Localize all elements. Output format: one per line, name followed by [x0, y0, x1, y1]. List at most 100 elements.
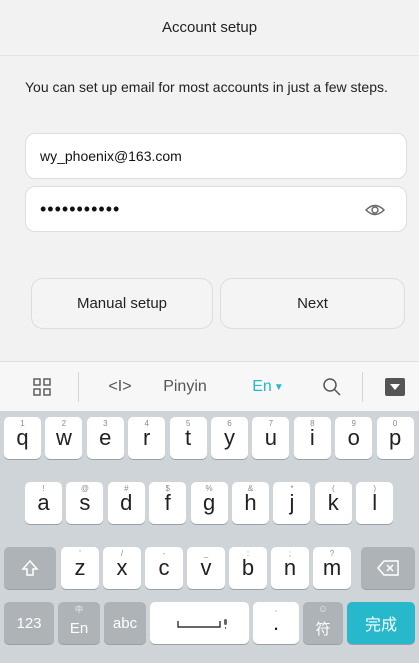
numbers-key[interactable]: 123	[4, 602, 54, 644]
key-j[interactable]: * j	[273, 482, 311, 524]
key-p[interactable]: 0p	[376, 417, 414, 459]
key-hint: @	[80, 484, 89, 493]
key-l[interactable]: ) l	[356, 482, 394, 524]
key-hint: 3	[103, 419, 108, 428]
key-label: w	[55, 425, 72, 450]
key-m[interactable]: ? m	[313, 547, 351, 589]
key-label: t	[185, 425, 192, 450]
shift-key[interactable]	[4, 547, 56, 589]
dropdown-icon: ▼	[273, 381, 284, 393]
password-field[interactable]: •••••••••••	[25, 186, 407, 232]
space-icon	[176, 619, 227, 629]
en-mode[interactable]: En ▼	[238, 362, 298, 412]
cursor-icon[interactable]: <I>	[95, 362, 145, 412]
key-label: z	[74, 555, 86, 580]
key-a[interactable]: ! a	[25, 482, 62, 524]
space-key[interactable]	[150, 602, 249, 644]
key-h[interactable]: & h	[232, 482, 269, 524]
key-hint: 6	[227, 419, 232, 428]
show-password-icon[interactable]	[364, 199, 386, 221]
key-y[interactable]: 6y	[211, 417, 248, 459]
key-c[interactable]: -c	[145, 547, 183, 589]
language-sub: 中	[75, 605, 83, 614]
key-r[interactable]: 4r	[128, 417, 166, 459]
page-title: Account setup	[0, 0, 419, 56]
abc-key[interactable]: abc	[104, 602, 146, 644]
key-n[interactable]: ; n	[271, 547, 309, 589]
divider	[362, 372, 363, 402]
key-label: g	[202, 490, 216, 515]
emoji-sub: ☺	[317, 604, 329, 615]
symbol-key[interactable]: ☺ 符	[303, 602, 343, 644]
key-label: a	[37, 490, 50, 515]
key-z[interactable]: ' z	[61, 547, 99, 589]
key-w[interactable]: 2w	[45, 417, 83, 459]
key-label: o	[347, 425, 360, 450]
abc-label: abc	[112, 614, 138, 632]
key-t[interactable]: 5t	[169, 417, 207, 459]
key-label: m	[322, 555, 342, 580]
key-label: n	[283, 555, 297, 580]
period-key[interactable]: , .	[253, 602, 299, 644]
backspace-key[interactable]	[361, 547, 415, 589]
grid-icon[interactable]	[22, 362, 62, 412]
key-i[interactable]: 8i	[293, 417, 331, 459]
key-hint: %	[205, 484, 213, 493]
key-k[interactable]: (k	[314, 482, 352, 524]
key-hint: )	[373, 484, 377, 493]
key-hint: 9	[351, 419, 356, 428]
key-label: s	[79, 490, 91, 515]
key-hint: ;	[288, 549, 292, 558]
key-hint: ?	[329, 549, 335, 558]
key-label: v	[200, 555, 212, 580]
key-label: p	[388, 425, 402, 450]
manual-setup-button[interactable]: Manual setup	[31, 278, 213, 329]
hide-keyboard-icon[interactable]	[378, 362, 412, 412]
key-o[interactable]: 9o	[335, 417, 373, 459]
shift-icon	[21, 559, 39, 576]
key-v[interactable]: _ v	[187, 547, 225, 589]
done-label: 完成	[364, 617, 397, 634]
key-hint: 2	[61, 419, 67, 428]
key-b[interactable]: :b	[229, 547, 267, 589]
key-q[interactable]: 1q	[4, 417, 41, 459]
email-field[interactable]: wy_phoenix@163.com	[25, 133, 407, 179]
key-e[interactable]: 3e	[86, 417, 124, 459]
key-label: c	[158, 555, 170, 580]
intro-text: You can set up email for most accounts i…	[25, 79, 388, 95]
key-hint: 1	[20, 419, 25, 428]
backspace-icon	[377, 560, 399, 576]
key-label: b	[241, 555, 255, 580]
key-label: u	[264, 425, 278, 450]
key-label: x	[116, 555, 128, 580]
period-label: .	[272, 610, 280, 635]
done-button[interactable]: 完成	[347, 602, 415, 644]
key-label: j	[289, 490, 295, 515]
key-hint: &	[247, 484, 254, 493]
en-label: En	[252, 378, 272, 395]
key-x[interactable]: / x	[103, 547, 141, 589]
key-label: d	[120, 490, 133, 515]
key-s[interactable]: @ s	[66, 482, 104, 524]
key-d[interactable]: # d	[107, 482, 145, 524]
key-u[interactable]: 7u	[252, 417, 290, 459]
keyboard: 1q2w3e4r5t6y7u8i9o0p ! a @ s # d $ f% g & h * j(k) l …	[0, 411, 419, 663]
key-label: r	[143, 425, 151, 450]
key-f[interactable]: $ f	[149, 482, 187, 524]
key-label: k	[327, 490, 339, 515]
divider	[78, 372, 79, 402]
key-label: y	[224, 425, 235, 450]
next-button[interactable]: Next	[220, 278, 405, 329]
key-label: q	[16, 425, 29, 450]
key-label: i	[309, 425, 315, 450]
key-hint: 0	[392, 419, 398, 428]
language-label: En	[69, 619, 89, 637]
key-hint: #	[124, 484, 129, 493]
ime-toolbar: <I> Pinyin En ▼	[0, 361, 419, 412]
pinyin-label: Pinyin	[163, 378, 207, 395]
search-icon[interactable]	[312, 362, 352, 412]
language-key[interactable]: 中 En	[58, 602, 100, 644]
pinyin-mode[interactable]: Pinyin	[150, 362, 220, 412]
key-g[interactable]: % g	[190, 482, 228, 524]
key-hint: 7	[268, 419, 274, 428]
